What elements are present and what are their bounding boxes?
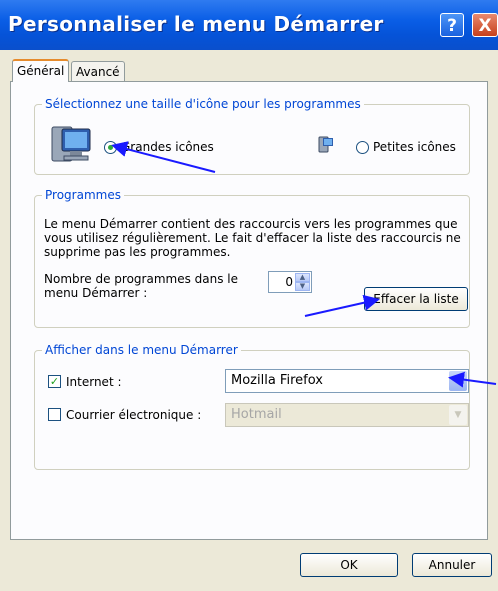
annotation-arrow-clear-list (304, 294, 380, 317)
annotation-arrow-large-icons (111, 141, 216, 173)
annotation-arrow-browser (448, 371, 497, 388)
annotation-arrows (111, 141, 497, 388)
tab-general[interactable]: Général (12, 59, 70, 82)
